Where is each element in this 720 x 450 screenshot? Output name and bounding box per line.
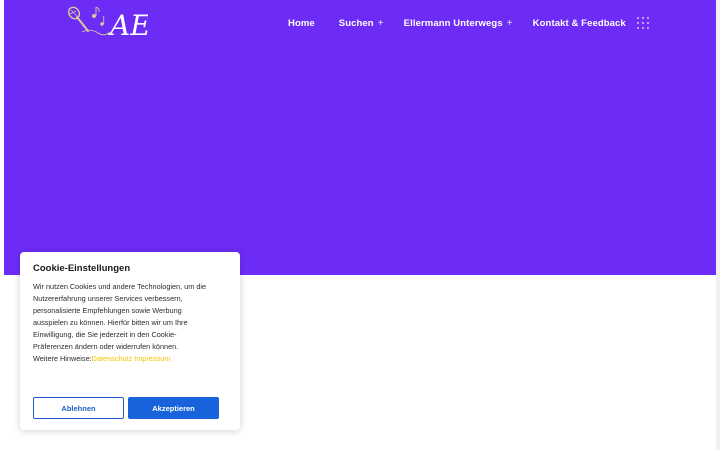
nav-item-kontakt-feedback[interactable]: Kontakt & Feedback (533, 18, 626, 29)
plus-icon[interactable]: + (378, 18, 384, 29)
scrollbar-track[interactable] (716, 0, 720, 450)
main-navigation: Home Suchen + Ellermann Unterwegs + Kont… (288, 15, 626, 31)
cookie-banner-text: Wir nutzen Cookies und andere Technologi… (33, 281, 231, 353)
cookie-text-line: Nutzererfahrung unserer Services verbess… (33, 294, 183, 303)
nav-item-label: Home (288, 17, 315, 29)
privacy-link[interactable]: Datenschutz (92, 354, 133, 363)
nav-item-label: Ellermann Unterwegs (403, 17, 503, 29)
page: AE Home Suchen + Ellermann Unterwegs + K… (0, 0, 720, 450)
site-logo[interactable]: AE (64, 2, 148, 42)
cookie-consent-banner: Cookie-Einstellungen Wir nutzen Cookies … (20, 252, 240, 430)
plus-icon[interactable]: + (507, 18, 513, 29)
cookie-text-line: Wir nutzen Cookies und andere Technologi… (33, 282, 207, 291)
cookie-banner-title: Cookie-Einstellungen (33, 263, 131, 274)
nav-item-ellermann-unterwegs[interactable]: Ellermann Unterwegs + (404, 18, 513, 29)
svg-text:AE: AE (107, 9, 148, 42)
nav-item-label: Kontakt & Feedback (532, 17, 626, 29)
cookie-text-line: personalisierte Empfehlungen sowie Werbu… (33, 306, 182, 315)
cookie-text-line: Einwilligung, die Sie jederzeit in den C… (33, 330, 177, 339)
more-info-label: Weitere Hinweise: (33, 354, 92, 363)
cookie-text-line: ausspielen zu können. Hierfür bitten wir… (33, 318, 188, 327)
nav-item-home[interactable]: Home (288, 18, 315, 29)
cookie-more-info: Weitere Hinweise:Datenschutz Impressum (33, 353, 170, 365)
nav-item-suchen[interactable]: Suchen + (339, 18, 384, 29)
grid-dots-icon[interactable] (637, 17, 651, 29)
imprint-link[interactable]: Impressum (134, 354, 170, 363)
nav-item-label: Suchen (338, 17, 374, 29)
decline-button[interactable]: Ablehnen (33, 397, 124, 419)
microphone-logo-icon: AE (67, 6, 148, 42)
accept-button[interactable]: Akzeptieren (128, 397, 219, 419)
cookie-text-line: Präferenzen ändern oder widerrufen könne… (33, 342, 179, 351)
